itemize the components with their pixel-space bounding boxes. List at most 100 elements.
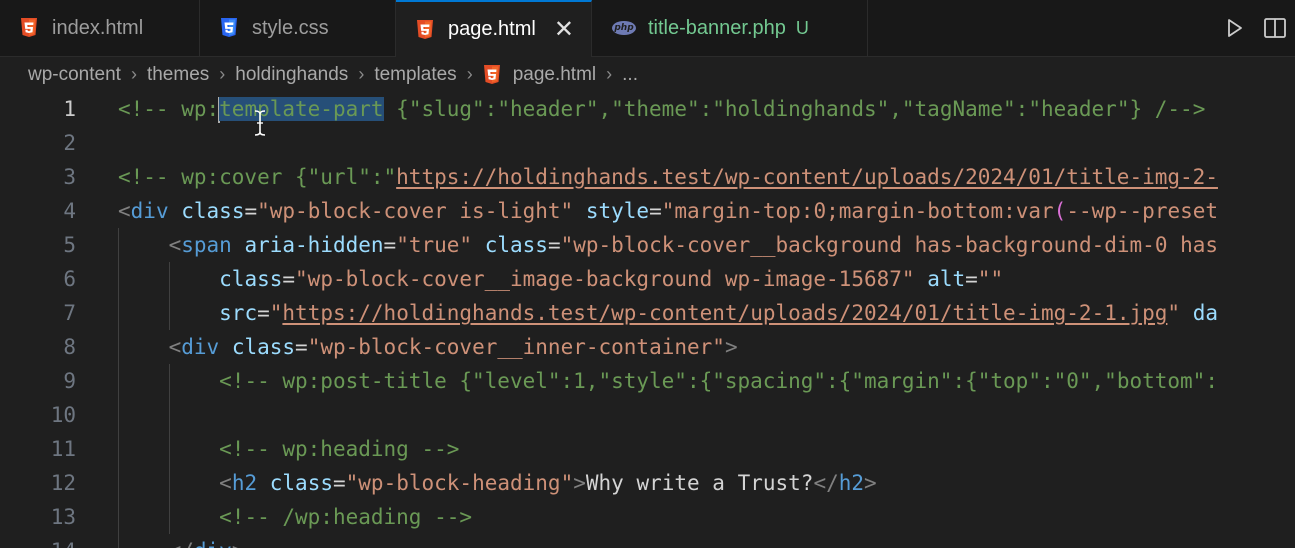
line-number: 3 [63,165,76,189]
tab-index-html[interactable]: index.html [0,0,200,56]
code-text: <div class="wp-block-cover is-light" sty… [118,194,1218,228]
code-token: aria-hidden [244,233,384,257]
breadcrumb-item[interactable]: themes [147,64,209,86]
chevron-right-icon: › [219,64,226,84]
tab-title-banner-php[interactable]: php title-banner.php U [592,0,868,56]
code-token: div [130,199,169,223]
tab-label: page.html [448,18,536,40]
code-token: "wp-block-cover is-light" [257,199,574,223]
code-text: </div> [118,534,245,548]
code-line[interactable]: 13 <!-- /wp:heading --> [0,500,1295,534]
code-token: < [168,233,182,257]
code-line[interactable]: 3 <!-- wp:cover {"url":"https://holdingha… [0,160,1295,194]
code-text: class="wp-block-cover__image-background … [118,262,1003,296]
code-token: = [244,199,258,223]
line-number: 6 [63,267,76,291]
code-text: <div class="wp-block-cover__inner-contai… [118,330,738,364]
code-token: {"slug":"header","theme":"holdinghands",… [383,97,1206,121]
code-token: = [282,267,296,291]
html5-icon [20,18,38,38]
code-token: https://holdinghands.test/wp-content/upl… [396,165,1218,189]
code-line[interactable]: 4 <div class="wp-block-cover is-light" st… [0,194,1295,228]
code-token: "wp-block-cover__background has-backgrou… [560,233,1219,257]
editor-actions [1215,0,1295,56]
code-token: "margin-top:0;margin-bottom:var [661,199,1054,223]
code-token: class [219,267,283,291]
code-text: <!-- wp:template-part {"slug":"header","… [118,92,1205,126]
breadcrumb-item-file[interactable]: page.html [483,64,596,86]
code-token: "" [977,267,1004,291]
code-line[interactable]: 14 </div> [0,534,1295,548]
tab-page-html[interactable]: page.html ✕ [396,0,592,57]
code-token: da [1192,301,1219,325]
line-number: 4 [63,199,76,223]
code-line[interactable]: 10 [0,398,1295,432]
chevron-right-icon: › [606,64,613,84]
code-token: = [332,471,346,495]
run-icon[interactable] [1215,8,1255,48]
code-editor[interactable]: 1 <!-- wp:template-part {"slug":"header",… [0,92,1295,548]
code-token: class [269,471,333,495]
code-line[interactable]: 5 <span aria-hidden="true" class="wp-blo… [0,228,1295,262]
line-number: 9 [63,369,76,393]
code-line[interactable]: 7 src="https://holdinghands.test/wp-cont… [0,296,1295,330]
code-token: ( [1053,199,1067,223]
code-token: <!-- wp:heading --> [219,437,460,461]
html5-icon [416,19,434,40]
code-line[interactable]: 11 <!-- wp:heading --> [0,432,1295,466]
code-token: = [547,233,561,257]
code-token: "true" [396,233,473,257]
code-token: Why write a Trust? [585,471,814,495]
chevron-right-icon: › [466,64,473,84]
code-line[interactable]: 6 class="wp-block-cover__image-backgroun… [0,262,1295,296]
code-token: " [1167,301,1181,325]
code-token: "wp-block-heading" [345,471,574,495]
code-token: <!-- wp:post-title {"level":1,"style":{"… [219,369,1218,393]
line-number: 2 [63,131,76,155]
code-token: --wp--preset [1066,199,1219,223]
code-token: template-part [219,97,384,121]
code-token: <!-- wp:cover {"url":" [118,165,397,189]
code-token: = [295,335,308,359]
code-line[interactable]: 12 <h2 class="wp-block-heading">Why writ… [0,466,1295,500]
chevron-right-icon: › [130,64,137,84]
code-token: https://holdinghands.test/wp-content/upl… [282,301,1168,325]
breadcrumb-item[interactable]: wp-content [28,64,121,86]
code-token: > [232,539,245,548]
code-token: h2 [231,471,258,495]
code-text: <!-- wp:post-title {"level":1,"style":{"… [118,364,1218,398]
breadcrumb-item[interactable]: holdinghands [235,64,348,86]
code-line[interactable]: 1 <!-- wp:template-part {"slug":"header",… [0,92,1295,126]
code-token: > [864,471,877,495]
code-token: > [573,471,586,495]
close-icon[interactable]: ✕ [554,17,574,42]
line-number: 1 [63,97,76,121]
code-line[interactable]: 2 [0,126,1295,160]
code-token: <!-- /wp:heading --> [219,505,473,529]
code-line[interactable]: 8 <div class="wp-block-cover__inner-cont… [0,330,1295,364]
html5-icon [483,64,501,85]
code-line[interactable]: 9 <!-- wp:post-title {"level":1,"style":… [0,364,1295,398]
line-number: 10 [50,403,76,427]
line-number: 12 [50,471,76,495]
tab-style-css[interactable]: style.css [200,0,396,56]
breadcrumb-item[interactable]: templates [374,64,456,86]
code-token: class [484,233,548,257]
code-token: div [181,335,220,359]
code-text: src="https://holdinghands.test/wp-conten… [118,296,1218,330]
code-token: h2 [838,471,865,495]
code-token: "wp-block-cover__image-background wp-ima… [295,267,915,291]
breadcrumb-item[interactable]: ... [622,64,638,86]
split-editor-icon[interactable] [1255,8,1295,48]
code-token: class [231,335,296,359]
